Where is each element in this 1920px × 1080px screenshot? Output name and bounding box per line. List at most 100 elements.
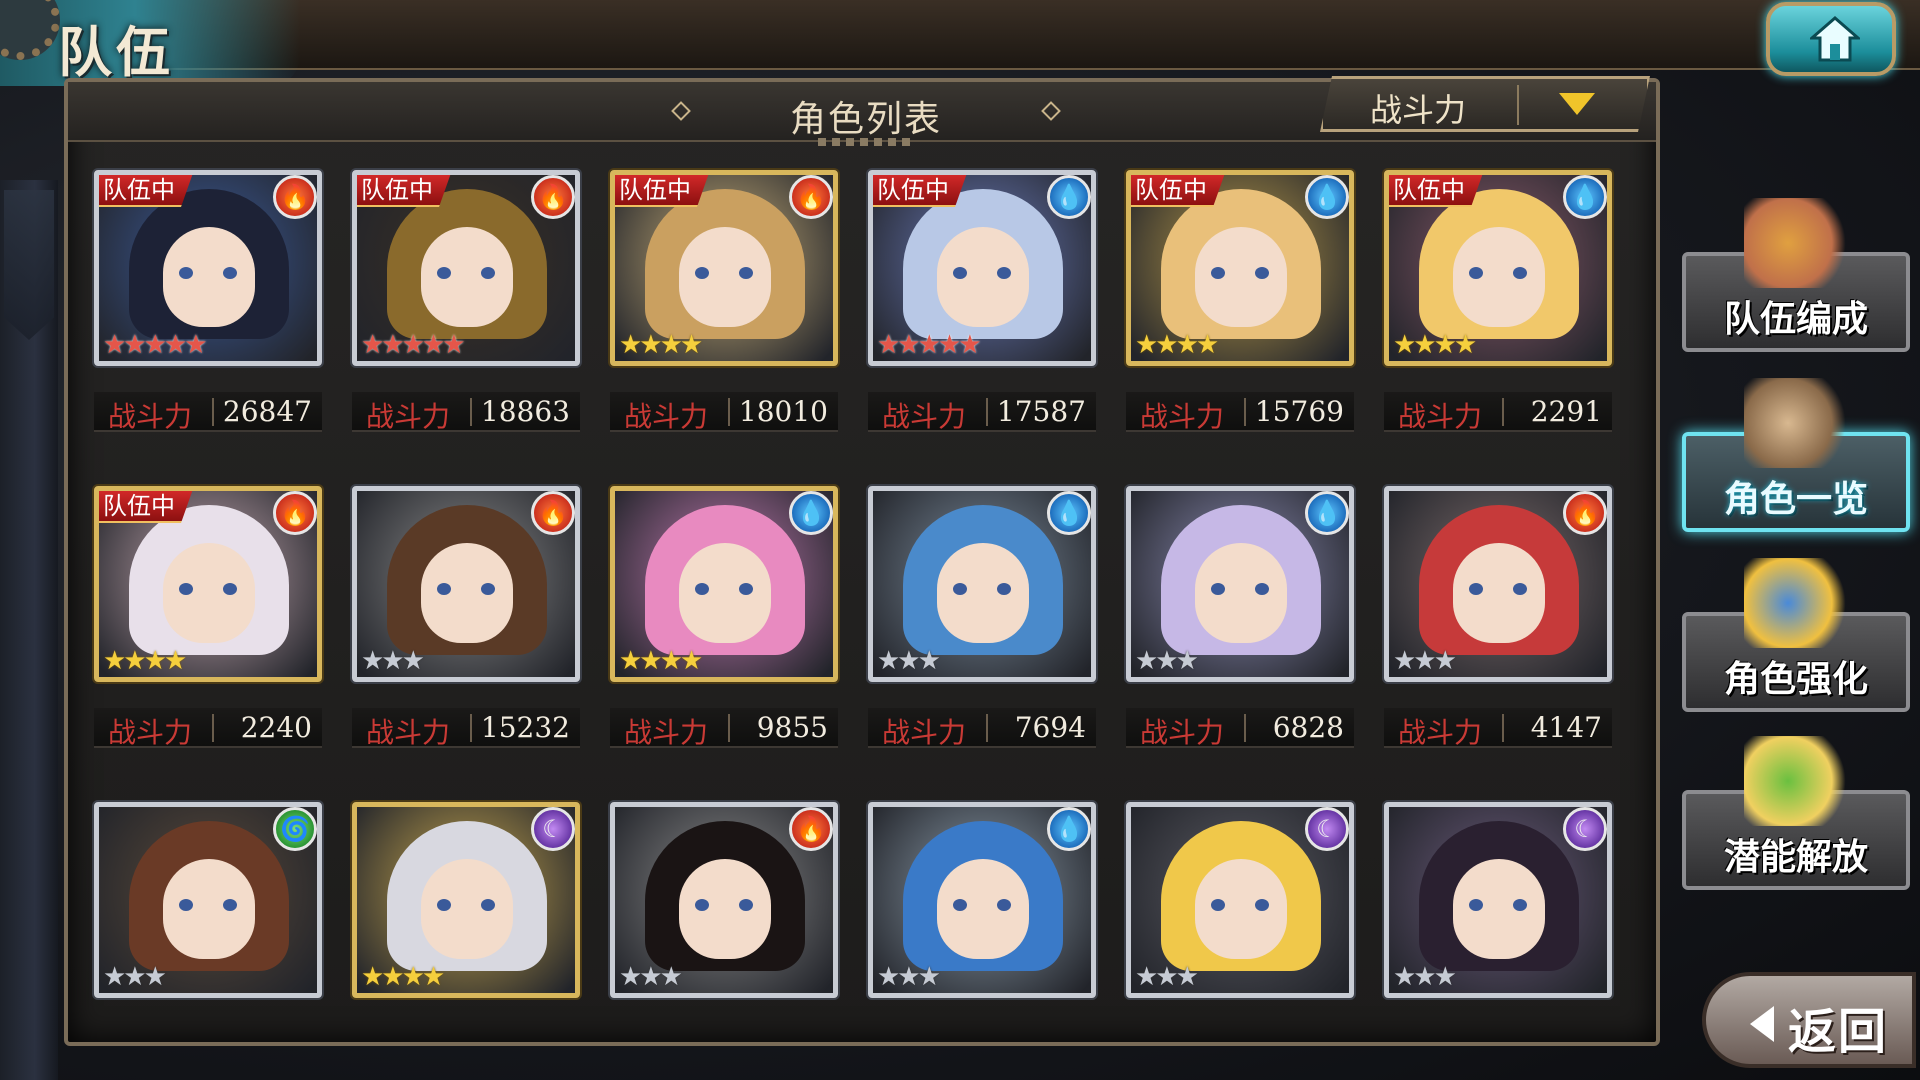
- character-portrait[interactable]: 💧 ★★★★ 队伍中: [1126, 170, 1354, 366]
- character-portrait[interactable]: 🔥 ★★★★ 队伍中: [610, 170, 838, 366]
- character-eye: [997, 583, 1011, 595]
- rarity-stars: ★★★★: [361, 962, 445, 992]
- character-card[interactable]: 🔥 ★★★★★ 队伍中战斗力 26847: [94, 170, 322, 433]
- character-card[interactable]: ☾ ★★★★: [352, 802, 580, 998]
- character-card[interactable]: 🔥 ★★★: [610, 802, 838, 998]
- character-portrait[interactable]: ☾ ★★★: [1126, 802, 1354, 998]
- character-card[interactable]: 🔥 ★★★★★ 队伍中战斗力 18863: [352, 170, 580, 433]
- character-eye: [1469, 583, 1483, 595]
- power-bar: 战斗力 18863: [352, 392, 580, 433]
- character-portrait[interactable]: 💧 ★★★★: [610, 486, 838, 682]
- rarity-stars: ★★★: [1135, 962, 1199, 992]
- character-eye: [1255, 267, 1269, 279]
- character-eye: [1469, 899, 1483, 911]
- in-team-badge: 队伍中: [1129, 173, 1225, 207]
- character-face: [937, 227, 1029, 327]
- character-card[interactable]: 💧 ★★★ 战斗力 6828: [1126, 486, 1354, 749]
- power-value: 26847: [222, 395, 312, 428]
- character-eye: [1255, 899, 1269, 911]
- character-card[interactable]: ☾ ★★★: [1126, 802, 1354, 998]
- character-eye: [1211, 583, 1225, 595]
- rarity-stars: ★★★★★: [103, 330, 208, 360]
- character-card[interactable]: 💧 ★★★★★ 队伍中 战斗力 17587: [868, 170, 1096, 433]
- character-eye: [481, 583, 495, 595]
- water-element-icon: 💧: [1047, 807, 1091, 851]
- power-divider: [470, 398, 472, 426]
- power-value: 6828: [1272, 711, 1344, 744]
- character-portrait[interactable]: ☾ ★★★★: [352, 802, 580, 998]
- fire-element-icon: 🔥: [789, 175, 833, 219]
- power-bar: 战斗力 7694: [868, 708, 1096, 749]
- power-value: 2240: [240, 711, 312, 744]
- character-eye: [953, 899, 967, 911]
- home-icon: [1810, 16, 1860, 62]
- water-element-icon: 💧: [1305, 175, 1349, 219]
- character-eye: [1255, 583, 1269, 595]
- sort-dropdown[interactable]: 战斗力: [1320, 76, 1650, 132]
- character-portrait[interactable]: 💧 ★★★: [1126, 486, 1354, 682]
- character-card[interactable]: 💧 ★★★: [868, 802, 1096, 998]
- character-portrait[interactable]: 🔥 ★★★: [352, 486, 580, 682]
- character-card[interactable]: 🔥 ★★★ 战斗力 4147: [1384, 486, 1612, 749]
- character-eye: [481, 899, 495, 911]
- character-eye: [953, 583, 967, 595]
- character-card[interactable]: 💧 ★★★ 战斗力 7694: [868, 486, 1096, 749]
- power-label: 战斗力: [1398, 400, 1483, 433]
- fire-element-icon: 🔥: [1563, 491, 1607, 535]
- character-portrait[interactable]: 💧 ★★★★★ 队伍中: [868, 170, 1096, 366]
- side-menu-label: 队伍编成: [1723, 298, 1868, 340]
- side-menu-label: 角色强化: [1723, 658, 1868, 700]
- dropdown-arrow-icon[interactable]: [1559, 93, 1595, 115]
- power-divider: [1244, 398, 1246, 426]
- back-button[interactable]: 返回: [1702, 972, 1916, 1068]
- power-label: 战斗力: [108, 400, 193, 433]
- character-portrait[interactable]: 🌀 ★★★: [94, 802, 322, 998]
- power-bar: 战斗力 4147: [1384, 708, 1612, 749]
- character-portrait[interactable]: 🔥 ★★★★★ 队伍中: [94, 170, 322, 366]
- character-card[interactable]: 💧 ★★★★ 队伍中 战斗力 2291: [1384, 170, 1612, 433]
- rarity-stars: ★★★: [619, 962, 683, 992]
- character-card[interactable]: ☾ ★★★: [1384, 802, 1612, 998]
- character-enhance-icon: [1744, 558, 1854, 648]
- character-face: [163, 227, 255, 327]
- power-divider: [212, 714, 214, 742]
- background-banner: [4, 190, 54, 340]
- water-element-icon: 💧: [1047, 491, 1091, 535]
- power-value: 15232: [480, 711, 570, 744]
- power-bar: 战斗力 9855: [610, 708, 838, 749]
- rarity-stars: ★★★: [877, 646, 941, 676]
- character-portrait[interactable]: ☾ ★★★: [1384, 802, 1612, 998]
- power-bar: 战斗力 15232: [352, 708, 580, 749]
- dark-element-icon: ☾: [1305, 807, 1349, 851]
- character-card[interactable]: 💧 ★★★★ 队伍中 战斗力 15769: [1126, 170, 1354, 433]
- character-portrait[interactable]: 🔥 ★★★★ 队伍中: [94, 486, 322, 682]
- in-team-badge: 队伍中: [1387, 173, 1483, 207]
- side-menu-item[interactable]: 角色强化: [1682, 558, 1910, 712]
- character-portrait[interactable]: 🔥 ★★★: [1384, 486, 1612, 682]
- character-portrait[interactable]: 💧 ★★★★ 队伍中: [1384, 170, 1612, 366]
- in-team-badge: 队伍中: [355, 173, 451, 207]
- character-portrait[interactable]: 🔥 ★★★: [610, 802, 838, 998]
- character-card[interactable]: 🔥 ★★★★ 队伍中 战斗力 2240: [94, 486, 322, 749]
- rarity-stars: ★★★: [1393, 962, 1457, 992]
- home-button[interactable]: [1766, 2, 1896, 76]
- character-eye: [695, 899, 709, 911]
- screen-title: 队伍: [58, 20, 174, 84]
- side-menu-item[interactable]: 队伍编成: [1682, 198, 1910, 352]
- character-card[interactable]: 🔥 ★★★★ 队伍中战斗力 18010: [610, 170, 838, 433]
- character-card[interactable]: 🌀 ★★★: [94, 802, 322, 998]
- side-menu-item[interactable]: 潜能解放: [1682, 736, 1910, 890]
- power-bar: 战斗力 18010: [610, 392, 838, 433]
- power-value: 17587: [996, 395, 1086, 428]
- side-menu-item[interactable]: 角色一览: [1682, 378, 1910, 532]
- rarity-stars: ★★★★: [103, 646, 187, 676]
- character-card[interactable]: 💧 ★★★★ 战斗力 9855: [610, 486, 838, 749]
- character-card[interactable]: 🔥 ★★★ 战斗力 15232: [352, 486, 580, 749]
- character-portrait[interactable]: 💧 ★★★: [868, 486, 1096, 682]
- character-eye: [997, 267, 1011, 279]
- power-value: 18863: [480, 395, 570, 428]
- character-portrait[interactable]: 🔥 ★★★★★ 队伍中: [352, 170, 580, 366]
- power-label: 战斗力: [366, 400, 451, 433]
- character-portrait[interactable]: 💧 ★★★: [868, 802, 1096, 998]
- character-eye: [223, 899, 237, 911]
